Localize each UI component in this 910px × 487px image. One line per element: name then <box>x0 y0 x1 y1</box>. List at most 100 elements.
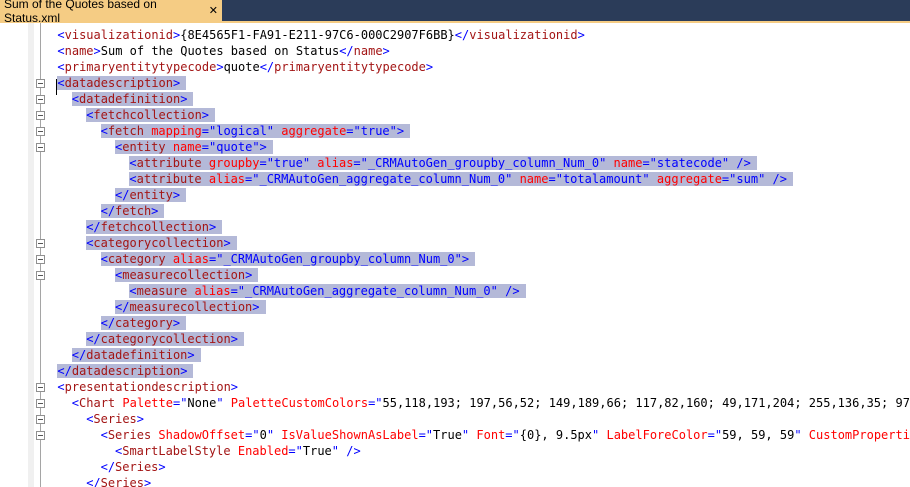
selected-text: <entity name="quote"> <box>115 140 273 154</box>
code-line[interactable]: <primaryentitytypecode>quote</primaryent… <box>57 59 439 75</box>
code-token: > <box>173 76 181 90</box>
code-line[interactable]: <attribute groupby="true" alias="_CRMAut… <box>129 155 757 171</box>
code-line[interactable]: <fetchcollection> <box>86 107 216 123</box>
code-line[interactable]: <category alias="_CRMAutoGen_groupby_col… <box>100 251 476 267</box>
code-token: category <box>107 252 166 266</box>
code-line[interactable]: <fetch mapping="logical" aggregate="true… <box>100 123 411 139</box>
code-token: =" <box>230 284 246 298</box>
selected-text: <category alias="_CRMAutoGen_groupby_col… <box>100 252 476 266</box>
code-token: primaryentitytypecode <box>274 60 426 74</box>
code-token: =" <box>707 428 723 442</box>
collapse-toggle-icon[interactable] <box>36 111 45 120</box>
code-line[interactable]: <SmartLabelStyle Enabled="True" /> <box>115 443 367 459</box>
code-line[interactable]: </category> <box>100 315 187 331</box>
code-line[interactable]: </datadescription> <box>57 363 194 379</box>
collapse-toggle-icon[interactable] <box>36 399 45 408</box>
code-token: </ <box>86 220 101 234</box>
close-icon[interactable]: ✕ <box>209 4 218 17</box>
code-line[interactable]: <Series> <box>86 411 150 427</box>
code-token: =" <box>208 252 224 266</box>
code-token: /> <box>736 156 751 170</box>
code-line[interactable]: <presentationdescription> <box>57 379 244 395</box>
line-text: <visualizationid>{8E4565F1-FA91-E211-97C… <box>57 28 590 42</box>
code-token: categorycollection <box>93 236 224 250</box>
code-token: > <box>180 364 188 378</box>
selected-text: <attribute alias="_CRMAutoGen_aggregate_… <box>129 172 793 186</box>
collapse-toggle-icon[interactable] <box>36 255 45 264</box>
code-token: entity <box>129 188 173 202</box>
code-token: < <box>71 396 80 410</box>
collapse-toggle-icon[interactable] <box>36 143 45 152</box>
code-line[interactable]: </Series> <box>101 459 172 475</box>
selected-text: <datadescription> <box>57 76 187 90</box>
code-token: Chart <box>79 396 116 410</box>
code-token: /> <box>772 172 787 186</box>
code-line[interactable]: </datadefinition> <box>71 347 201 363</box>
collapse-toggle-icon[interactable] <box>36 239 45 248</box>
code-line[interactable]: </measurecollection> <box>115 299 266 315</box>
collapse-toggle-icon[interactable] <box>36 79 45 88</box>
code-token: Series <box>93 412 137 426</box>
code-token: name <box>172 140 202 154</box>
code-token: </ <box>339 44 354 58</box>
code-token: _CRMAutoGen_aggregate_column_Num_0 <box>245 284 491 298</box>
code-line[interactable]: <visualizationid>{8E4565F1-FA91-E211-97C… <box>57 27 590 43</box>
code-token: </ <box>86 332 101 346</box>
code-line[interactable]: <attribute alias="_CRMAutoGen_aggregate_… <box>129 171 793 187</box>
code-line[interactable]: <measure alias="_CRMAutoGen_aggregate_co… <box>129 283 526 299</box>
code-token: Series <box>100 476 144 487</box>
code-line[interactable]: </entity> <box>115 187 187 203</box>
code-token: Series <box>107 428 152 442</box>
code-line[interactable]: <categorycollection> <box>86 235 237 251</box>
selected-text: </fetch> <box>100 204 165 218</box>
code-token: < <box>129 284 137 298</box>
code-token: name <box>613 156 643 170</box>
collapse-toggle-icon[interactable] <box>36 271 45 280</box>
code-token: " <box>252 140 260 154</box>
code-line[interactable]: </categorycollection> <box>86 331 244 347</box>
code-line[interactable]: <name>Sum of the Quotes based on Status<… <box>57 43 395 59</box>
code-token: </ <box>100 316 116 330</box>
code-token: name <box>64 44 94 58</box>
code-line[interactable]: </fetchcollection> <box>86 219 223 235</box>
code-token: statecode <box>656 156 722 170</box>
code-token: CustomProperties <box>808 428 910 442</box>
code-line[interactable]: <datadescription> <box>57 75 187 91</box>
code-token: < <box>129 172 137 186</box>
code-line[interactable]: </Series> <box>86 475 157 487</box>
line-text: <Series> <box>86 412 150 426</box>
code-line[interactable]: <Series ShadowOffset="0" IsValueShownAsL… <box>101 427 910 443</box>
collapse-toggle-icon[interactable] <box>36 415 45 424</box>
code-token: /> <box>346 444 361 458</box>
collapse-toggle-icon[interactable] <box>36 383 45 392</box>
collapse-toggle-icon[interactable] <box>36 431 45 440</box>
code-line[interactable]: </fetch> <box>100 203 165 219</box>
code-line[interactable]: <entity name="quote"> <box>115 139 273 155</box>
collapse-toggle-icon[interactable] <box>36 95 45 104</box>
code-token: sum <box>736 172 759 186</box>
code-token: alias <box>194 284 231 298</box>
indicator-margin <box>0 23 28 487</box>
code-token: =" <box>505 428 520 442</box>
code-token: </ <box>86 476 101 487</box>
code-token: =" <box>201 140 217 154</box>
code-line[interactable]: <Chart Palette="None" PaletteCustomColor… <box>72 395 910 411</box>
document-tab[interactable]: Sum of the Quotes based on Status.xml ✕ <box>0 0 222 25</box>
code-token: > <box>230 332 238 346</box>
code-token: True <box>433 428 462 442</box>
code-line[interactable]: <measurecollection> <box>115 267 259 283</box>
line-text: <SmartLabelStyle Enabled="True" /> <box>115 444 367 458</box>
code-token: > <box>172 188 181 202</box>
code-line[interactable]: <datadefinition> <box>71 91 194 107</box>
xml-editor[interactable]: <visualizationid>{8E4565F1-FA91-E211-97C… <box>0 23 910 487</box>
code-token: /> <box>505 284 520 298</box>
collapse-toggle-icon[interactable] <box>36 127 45 136</box>
code-token: > <box>577 28 585 42</box>
code-token: attribute <box>136 156 202 170</box>
line-text: </Series> <box>101 460 172 474</box>
